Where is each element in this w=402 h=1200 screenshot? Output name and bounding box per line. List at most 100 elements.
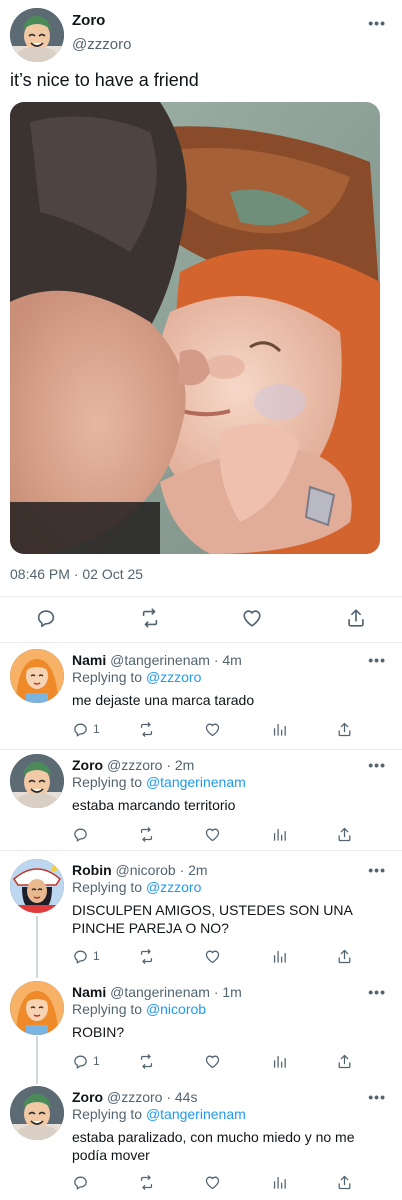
more-options-icon[interactable]: ••• [368, 985, 386, 999]
tweet-actions-bar [0, 598, 402, 638]
reply-text: estaba marcando territorio [72, 797, 236, 813]
reply-time: · 4m [213, 652, 242, 668]
author-name[interactable]: Zoro [72, 12, 105, 29]
analytics-icon[interactable] [271, 825, 288, 843]
reply-text: ROBIN? [72, 1024, 125, 1040]
reply-icon[interactable] [72, 825, 93, 843]
reply-header: Nami @tangerinenam · 4m [72, 652, 242, 668]
like-icon[interactable] [241, 607, 263, 629]
reply-time: · 1m [213, 984, 242, 1000]
reply-author-name[interactable]: Robin [72, 862, 112, 878]
analytics-icon[interactable] [271, 947, 288, 965]
reply-icon[interactable]: 1 [72, 720, 100, 738]
retweet-icon[interactable] [138, 1052, 155, 1070]
tweet-photo[interactable] [10, 102, 380, 554]
like-icon[interactable] [204, 825, 221, 843]
reply-icon[interactable]: 1 [72, 1052, 100, 1070]
reply-header: Robin @nicorob · 2m [72, 862, 208, 878]
replying-to-label: Replying to [72, 1001, 146, 1017]
avatar[interactable] [10, 981, 64, 1035]
reply-count: 1 [93, 1054, 100, 1068]
share-icon[interactable] [336, 720, 353, 738]
reply-time: · 44s [166, 1089, 198, 1105]
avatar[interactable] [10, 859, 64, 913]
replying-to-label: Replying to [72, 669, 146, 685]
like-icon[interactable] [204, 720, 221, 738]
more-options-icon[interactable]: ••• [368, 758, 386, 772]
reply-tweet[interactable]: Nami @tangerinenam · 1m ••• Replying to … [0, 977, 402, 1077]
like-icon[interactable] [204, 1173, 221, 1191]
reply-text: DISCULPEN AMIGOS, USTEDES SON UNA PINCHE… [72, 902, 353, 936]
reply-author-handle[interactable]: @tangerinenam [110, 652, 210, 668]
retweet-icon[interactable] [138, 1173, 155, 1191]
avatar[interactable] [10, 754, 64, 808]
reply-author-handle[interactable]: @nicorob [116, 862, 176, 878]
main-tweet: Zoro @zzzoro ••• it’s nice to have a fri… [0, 0, 402, 643]
zoro-avatar-image [10, 754, 64, 808]
reply-author-handle[interactable]: @zzzoro [107, 1089, 162, 1105]
reply-count: 1 [93, 949, 100, 963]
replying-to: Replying to @zzzoro [72, 669, 201, 685]
reply-author-name[interactable]: Zoro [72, 757, 103, 773]
reply-actions-bar: 1 [0, 720, 402, 740]
reply-icon[interactable]: 1 [72, 947, 100, 965]
like-icon[interactable] [204, 947, 221, 965]
retweet-icon[interactable] [139, 607, 161, 629]
reply-actions-bar [0, 1173, 402, 1193]
more-options-icon[interactable]: ••• [368, 653, 386, 667]
share-icon[interactable] [345, 607, 367, 629]
tweet-text: it’s nice to have a friend [10, 70, 199, 90]
analytics-icon[interactable] [271, 1173, 288, 1191]
reply-header: Zoro @zzzoro · 44s [72, 1089, 197, 1105]
reply-actions-bar: 1 [0, 1052, 402, 1072]
avatar[interactable] [10, 1086, 64, 1140]
more-options-icon[interactable]: ••• [368, 16, 386, 30]
more-options-icon[interactable]: ••• [368, 1090, 386, 1104]
reply-tweet[interactable]: Nami @tangerinenam · 4m ••• Replying to … [0, 643, 402, 750]
replying-to: Replying to @nicorob [72, 1001, 206, 1017]
replying-to-mention[interactable]: @tangerinenam [146, 774, 246, 790]
reply-header: Zoro @zzzoro · 2m [72, 757, 194, 773]
replying-to-label: Replying to [72, 879, 146, 895]
retweet-icon[interactable] [138, 947, 155, 965]
share-icon[interactable] [336, 1173, 353, 1191]
replying-to: Replying to @tangerinenam [72, 1106, 246, 1122]
replying-to: Replying to @tangerinenam [72, 774, 246, 790]
replying-to-mention[interactable]: @tangerinenam [146, 1106, 246, 1122]
reply-icon[interactable] [35, 607, 57, 629]
replying-to-mention[interactable]: @zzzoro [146, 669, 201, 685]
reply-author-name[interactable]: Nami [72, 984, 106, 1000]
reply-header: Nami @tangerinenam · 1m [72, 984, 242, 1000]
nami-avatar-image [10, 981, 64, 1035]
robin-avatar-image [10, 859, 64, 913]
author-handle[interactable]: @zzzoro [72, 36, 131, 53]
share-icon[interactable] [336, 825, 353, 843]
analytics-icon[interactable] [271, 720, 288, 738]
avatar[interactable] [10, 649, 64, 703]
reply-tweet[interactable]: Zoro @zzzoro · 2m ••• Replying to @tange… [0, 750, 402, 851]
more-options-icon[interactable]: ••• [368, 863, 386, 877]
retweet-icon[interactable] [138, 825, 155, 843]
reply-actions-bar [0, 825, 402, 845]
reply-author-handle[interactable]: @tangerinenam [110, 984, 210, 1000]
reply-author-name[interactable]: Nami [72, 652, 106, 668]
retweet-icon[interactable] [138, 720, 155, 738]
tweet-timestamp: 08:46 PM · 02 Oct 25 [10, 566, 144, 582]
replying-to-label: Replying to [72, 774, 146, 790]
avatar[interactable] [10, 8, 64, 62]
reply-tweet[interactable]: Zoro @zzzoro · 44s ••• Replying to @tang… [0, 1082, 402, 1200]
reply-tweet[interactable]: Robin @nicorob · 2m ••• Replying to @zzz… [0, 855, 402, 975]
share-icon[interactable] [336, 947, 353, 965]
like-icon[interactable] [204, 1052, 221, 1070]
nami-avatar-image [10, 649, 64, 703]
reply-author-name[interactable]: Zoro [72, 1089, 103, 1105]
reply-icon[interactable] [72, 1173, 93, 1191]
replying-to-mention[interactable]: @zzzoro [146, 879, 201, 895]
reply-author-handle[interactable]: @zzzoro [107, 757, 162, 773]
reply-actions-bar: 1 [0, 947, 402, 967]
replying-to-mention[interactable]: @nicorob [146, 1001, 206, 1017]
photo-image [10, 102, 380, 554]
divider [0, 850, 402, 851]
share-icon[interactable] [336, 1052, 353, 1070]
analytics-icon[interactable] [271, 1052, 288, 1070]
